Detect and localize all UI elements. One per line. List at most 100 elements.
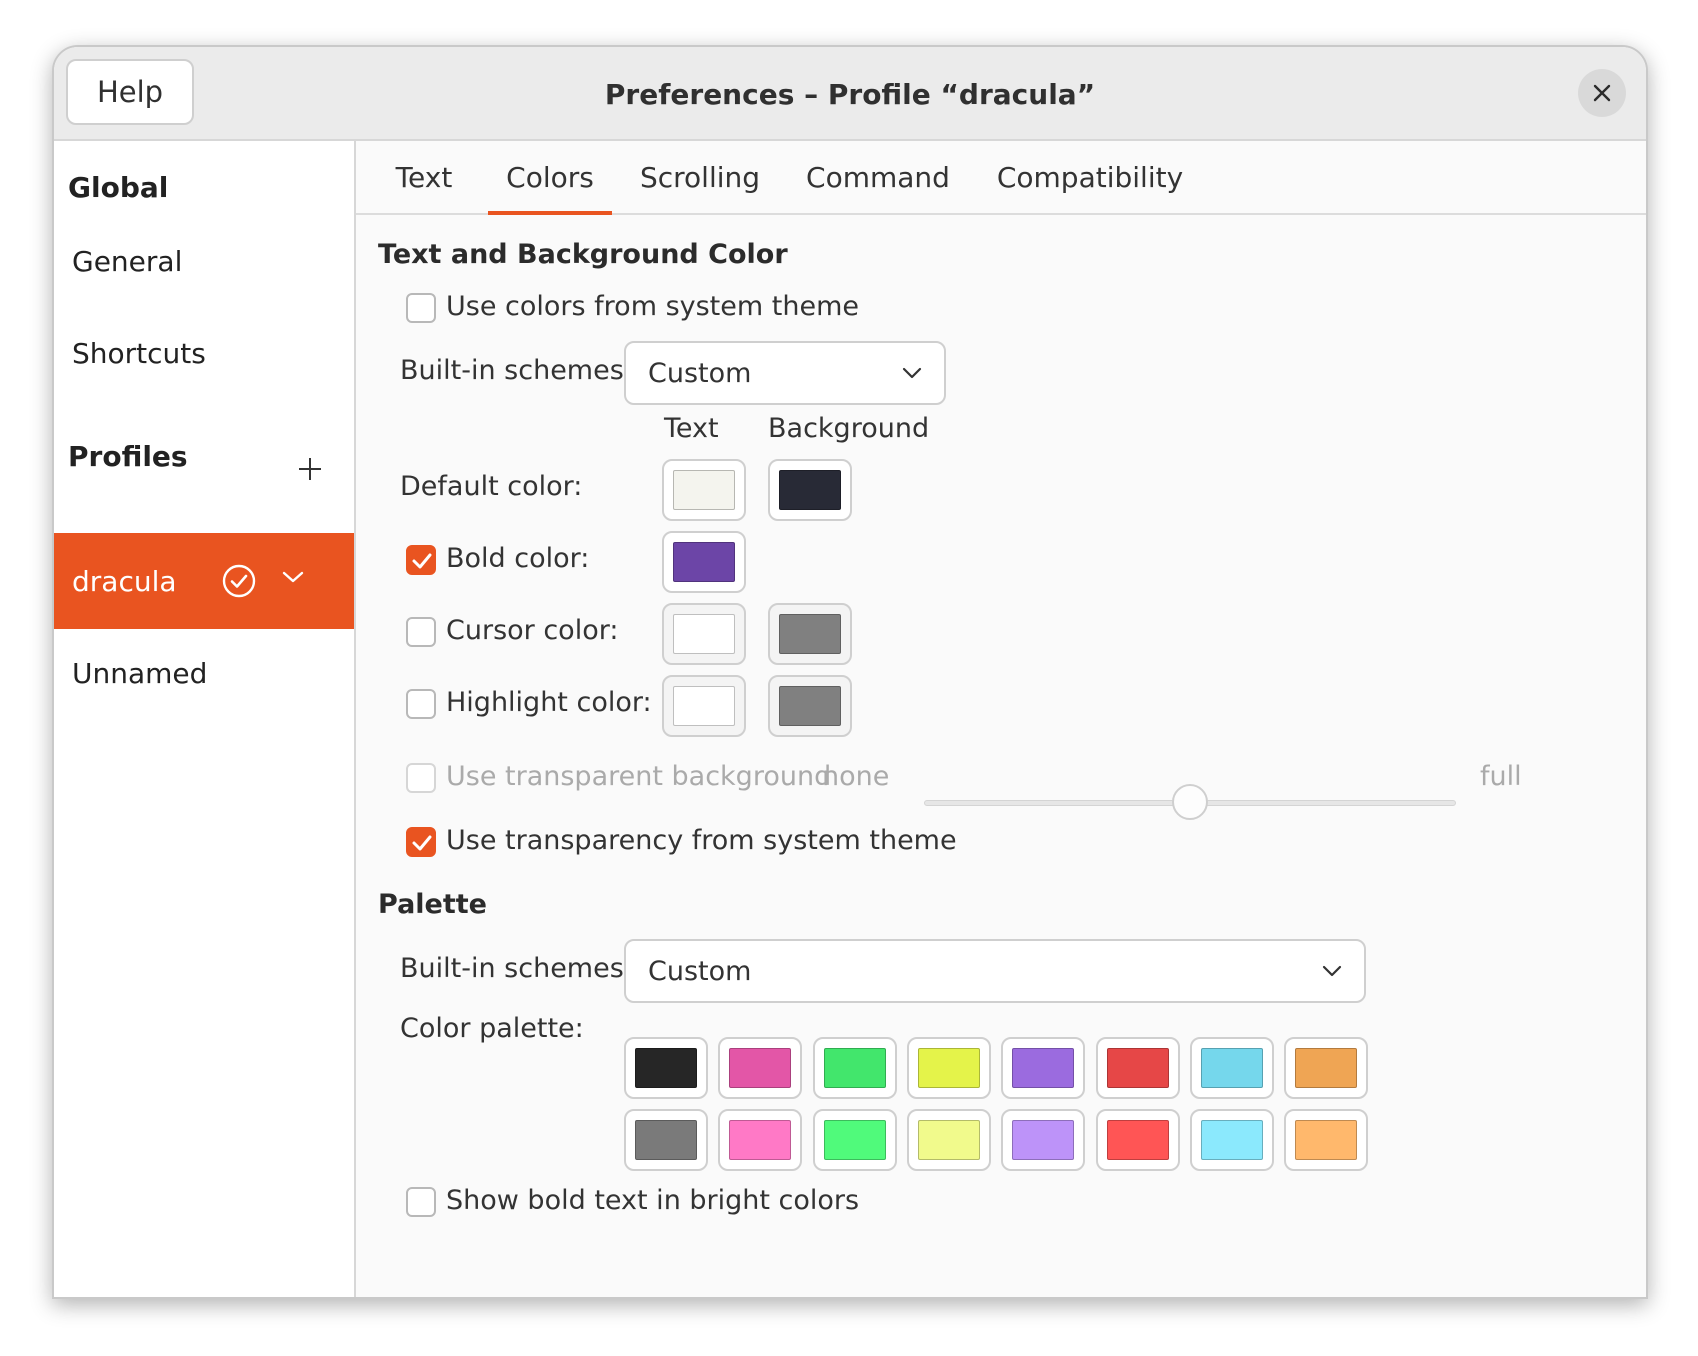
cursor-text-color-button[interactable] bbox=[662, 603, 746, 665]
palette-color-10-button[interactable] bbox=[813, 1109, 897, 1171]
default-color-label: Default color: bbox=[400, 471, 583, 502]
highlight-background-color-button[interactable] bbox=[768, 675, 852, 737]
tab-bar: Text Colors Scrolling Command Compatibil… bbox=[356, 141, 1646, 215]
bold-bright-checkbox[interactable] bbox=[406, 1187, 436, 1217]
column-header-text: Text bbox=[664, 413, 719, 444]
palette-color-1-button[interactable] bbox=[718, 1037, 802, 1099]
sidebar: Global General Shortcuts Profiles dracul… bbox=[54, 141, 356, 1297]
default-background-color-button[interactable] bbox=[768, 459, 852, 521]
palette-color-13-button[interactable] bbox=[1096, 1109, 1180, 1171]
color-swatch bbox=[1107, 1120, 1169, 1160]
palette-color-8-button[interactable] bbox=[624, 1109, 708, 1171]
color-swatch bbox=[673, 686, 735, 726]
plus-icon bbox=[299, 458, 321, 480]
tab-compatibility[interactable]: Compatibility bbox=[980, 141, 1200, 213]
color-swatch bbox=[779, 686, 841, 726]
bold-bright-label: Show bold text in bright colors bbox=[446, 1185, 860, 1216]
sidebar-item-label: Unnamed bbox=[72, 656, 208, 690]
color-swatch bbox=[779, 614, 841, 654]
sidebar-item-shortcuts[interactable]: Shortcuts bbox=[54, 305, 354, 401]
chevron-down-icon bbox=[902, 367, 922, 379]
cursor-color-checkbox[interactable] bbox=[406, 617, 436, 647]
section-title-palette: Palette bbox=[378, 889, 487, 920]
use-system-colors-checkbox[interactable] bbox=[406, 293, 436, 323]
color-swatch bbox=[918, 1120, 980, 1160]
palette-color-14-button[interactable] bbox=[1190, 1109, 1274, 1171]
palette-builtin-schemes-dropdown[interactable]: Custom bbox=[624, 939, 1366, 1003]
highlight-color-label: Highlight color: bbox=[446, 687, 652, 718]
window-title: Preferences – Profile “dracula” bbox=[604, 77, 1096, 111]
palette-color-15-button[interactable] bbox=[1284, 1109, 1368, 1171]
palette-color-5-button[interactable] bbox=[1096, 1037, 1180, 1099]
palette-color-12-button[interactable] bbox=[1001, 1109, 1085, 1171]
color-swatch bbox=[1012, 1048, 1074, 1088]
chevron-down-icon[interactable] bbox=[282, 570, 304, 584]
titlebar: Help Preferences – Profile “dracula” bbox=[54, 47, 1646, 141]
transparency-max-label: full bbox=[1480, 761, 1522, 792]
transparent-background-label: Use transparent background bbox=[446, 761, 832, 792]
cursor-background-color-button[interactable] bbox=[768, 603, 852, 665]
builtin-schemes-dropdown[interactable]: Custom bbox=[624, 341, 946, 405]
color-swatch bbox=[1295, 1048, 1357, 1088]
builtin-schemes-value: Custom bbox=[648, 357, 752, 389]
transparent-background-checkbox[interactable] bbox=[406, 763, 436, 793]
palette-color-2-button[interactable] bbox=[813, 1037, 897, 1099]
highlight-color-checkbox[interactable] bbox=[406, 689, 436, 719]
tab-colors[interactable]: Colors bbox=[488, 141, 612, 215]
builtin-schemes-label: Built-in schemes: bbox=[400, 355, 633, 386]
default-text-color-button[interactable] bbox=[662, 459, 746, 521]
help-button[interactable]: Help bbox=[66, 59, 194, 125]
preferences-window: Help Preferences – Profile “dracula” Glo… bbox=[52, 45, 1648, 1299]
transparency-min-label: none bbox=[822, 761, 890, 792]
palette-color-3-button[interactable] bbox=[907, 1037, 991, 1099]
close-button[interactable] bbox=[1578, 69, 1626, 117]
column-header-background: Background bbox=[768, 413, 930, 444]
color-swatch bbox=[673, 614, 735, 654]
chevron-down-icon bbox=[1322, 965, 1342, 977]
close-icon bbox=[1593, 84, 1611, 102]
sidebar-item-label: General bbox=[72, 244, 183, 278]
sidebar-item-profile-dracula[interactable]: dracula bbox=[54, 533, 354, 629]
color-swatch bbox=[1107, 1048, 1169, 1088]
palette-color-0-button[interactable] bbox=[624, 1037, 708, 1099]
color-swatch bbox=[729, 1120, 791, 1160]
color-swatch bbox=[673, 470, 735, 510]
color-swatch bbox=[1201, 1048, 1263, 1088]
add-profile-button[interactable] bbox=[290, 449, 330, 489]
default-profile-check-icon bbox=[222, 564, 256, 598]
transparency-slider-thumb[interactable] bbox=[1172, 784, 1208, 820]
color-swatch bbox=[918, 1048, 980, 1088]
color-swatch bbox=[729, 1048, 791, 1088]
color-swatch bbox=[673, 542, 735, 582]
palette-builtin-schemes-label: Built-in schemes: bbox=[400, 953, 633, 984]
color-swatch bbox=[824, 1120, 886, 1160]
bold-color-label: Bold color: bbox=[446, 543, 590, 574]
tab-scrolling[interactable]: Scrolling bbox=[630, 141, 770, 213]
palette-color-11-button[interactable] bbox=[907, 1109, 991, 1171]
tab-text[interactable]: Text bbox=[376, 141, 472, 213]
palette-color-6-button[interactable] bbox=[1190, 1037, 1274, 1099]
use-system-colors-label: Use colors from system theme bbox=[446, 291, 859, 322]
tab-command[interactable]: Command bbox=[796, 141, 960, 213]
highlight-text-color-button[interactable] bbox=[662, 675, 746, 737]
bold-color-checkbox[interactable] bbox=[406, 545, 436, 575]
transparency-system-label: Use transparency from system theme bbox=[446, 825, 957, 856]
sidebar-item-general[interactable]: General bbox=[54, 213, 354, 309]
color-swatch bbox=[635, 1048, 697, 1088]
sidebar-item-label: Shortcuts bbox=[72, 336, 206, 370]
checkmark-icon bbox=[412, 553, 432, 569]
palette-builtin-schemes-value: Custom bbox=[648, 955, 752, 987]
color-swatch bbox=[635, 1120, 697, 1160]
bold-text-color-button[interactable] bbox=[662, 531, 746, 593]
sidebar-header-profiles: Profiles bbox=[68, 440, 188, 473]
sidebar-item-label: dracula bbox=[72, 564, 177, 598]
color-swatch bbox=[824, 1048, 886, 1088]
color-swatch bbox=[1201, 1120, 1263, 1160]
sidebar-item-profile-unnamed[interactable]: Unnamed bbox=[54, 625, 354, 721]
palette-color-7-button[interactable] bbox=[1284, 1037, 1368, 1099]
color-swatch bbox=[1012, 1120, 1074, 1160]
palette-color-4-button[interactable] bbox=[1001, 1037, 1085, 1099]
palette-color-9-button[interactable] bbox=[718, 1109, 802, 1171]
cursor-color-label: Cursor color: bbox=[446, 615, 619, 646]
transparency-system-checkbox[interactable] bbox=[406, 827, 436, 857]
